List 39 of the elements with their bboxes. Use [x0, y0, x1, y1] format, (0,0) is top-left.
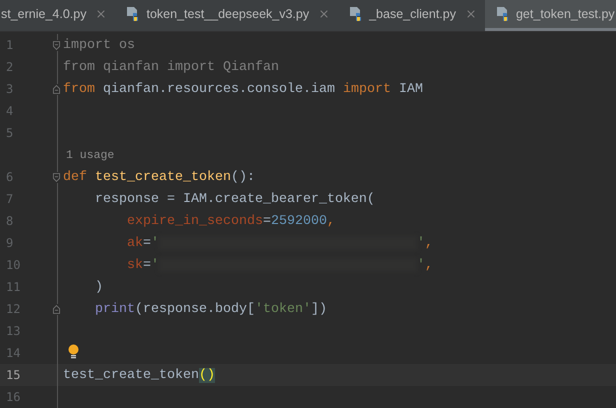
line-number: 3	[5, 82, 14, 96]
line-number: 6	[5, 170, 14, 184]
line-number: 12	[5, 302, 22, 316]
line-number: 1	[5, 38, 14, 52]
close-icon[interactable]	[95, 8, 108, 20]
line-number: 11	[5, 280, 22, 294]
code-line: response = IAM.create_bearer_token(	[94, 192, 375, 206]
line-number: 2	[5, 60, 14, 74]
code-line: import os	[63, 38, 135, 52]
editor-tab[interactable]: get_token_test.py	[484, 0, 616, 31]
code-line: def test_create_token():	[63, 170, 255, 184]
line-number: 5	[5, 126, 14, 140]
code-line: from qianfan.resources.console.iam import IAM	[63, 82, 423, 96]
tab-label: get_token_test.py	[516, 7, 615, 21]
line-number: 9	[5, 236, 14, 250]
code-line: )	[94, 280, 103, 294]
tab-label: _base_client.py	[369, 7, 456, 21]
line-number: 15	[5, 368, 22, 382]
line-number: 4	[5, 104, 14, 118]
code-line: print(response.body['token'])	[94, 302, 327, 316]
line-number: 16	[5, 390, 22, 404]
code-line: expire_in_seconds=2592000,	[126, 214, 335, 228]
code-line: from qianfan import Qianfan	[63, 60, 279, 74]
line-number: 10	[5, 258, 22, 272]
line-number: 14	[5, 346, 22, 360]
line-number: 7	[5, 192, 14, 206]
fold-marker-icon[interactable]	[53, 40, 60, 50]
line-number: 8	[5, 214, 14, 228]
fold-marker-icon[interactable]	[53, 84, 60, 94]
tab-label: st_ernie_4.0.py	[1, 7, 86, 21]
fold-marker-icon[interactable]	[53, 172, 60, 182]
code-line: test_create_token()	[63, 368, 215, 382]
usage-hint[interactable]: 1 usage	[63, 148, 114, 162]
lightbulb-icon[interactable]	[68, 344, 79, 359]
close-icon[interactable]	[464, 8, 477, 20]
line-number: 13	[5, 324, 22, 338]
close-icon[interactable]	[318, 8, 330, 20]
fold-marker-icon[interactable]	[53, 304, 60, 314]
tab-label: token_test__deepseek_v3.py	[146, 7, 310, 21]
